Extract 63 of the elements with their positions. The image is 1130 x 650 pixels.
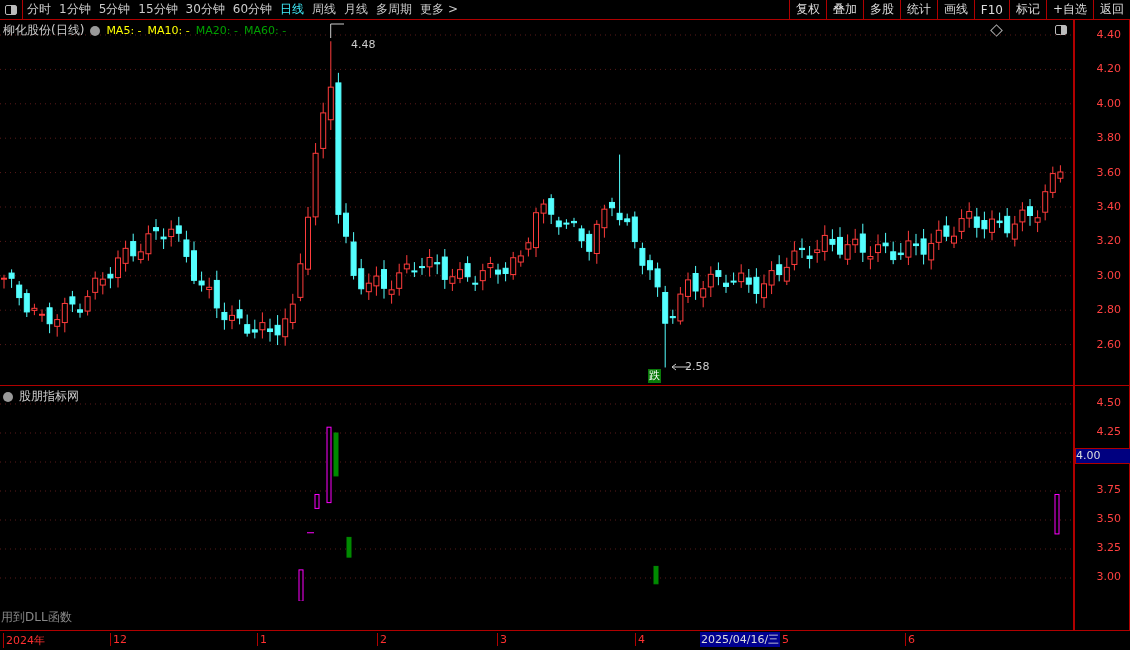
period-tab[interactable]: 月线 bbox=[340, 0, 373, 19]
toolbar-button[interactable]: F10 bbox=[973, 0, 1009, 19]
date-label: 3 bbox=[497, 633, 507, 646]
axis-label: 4.20 bbox=[1096, 62, 1121, 76]
period-tab[interactable]: 日线 bbox=[276, 0, 309, 19]
panel-toggle-icon[interactable] bbox=[1055, 24, 1067, 36]
axis-label: 3.50 bbox=[1096, 512, 1121, 525]
period-tab[interactable]: 多周期 bbox=[372, 0, 417, 19]
axis-label: 3.60 bbox=[1096, 165, 1121, 179]
period-tab[interactable]: 60分钟 bbox=[228, 0, 277, 19]
date-label: 1 bbox=[257, 633, 267, 646]
period-tab[interactable]: 15分钟 bbox=[134, 0, 182, 19]
axis-label: 2.80 bbox=[1096, 303, 1121, 317]
period-tab[interactable]: 30分钟 bbox=[181, 0, 229, 19]
axis-label: 3.00 bbox=[1096, 570, 1121, 583]
ma-label: MA10: - bbox=[147, 24, 190, 37]
toolbar-button[interactable]: 画线 bbox=[936, 0, 974, 19]
period-tab[interactable]: 分时 bbox=[23, 0, 55, 19]
cursor-date-label: 2025/04/16/三 bbox=[700, 632, 781, 647]
axis-label: 3.25 bbox=[1096, 541, 1121, 554]
period-tab[interactable]: 1分钟 bbox=[55, 0, 95, 19]
axis-label: 3.75 bbox=[1096, 483, 1121, 496]
indicator-bar bbox=[346, 536, 352, 558]
date-label: 2024年 bbox=[3, 633, 45, 648]
toolbar-button[interactable]: 复权 bbox=[788, 0, 826, 19]
date-label: 2 bbox=[377, 633, 387, 646]
period-tab[interactable]: 周线 bbox=[308, 0, 341, 19]
date-label: 6 bbox=[905, 633, 915, 646]
toolbar-button[interactable]: +自选 bbox=[1045, 0, 1093, 19]
axis-label: 4.00 bbox=[1096, 96, 1121, 110]
price-label: 4.48 bbox=[351, 38, 376, 51]
date-label: 4 bbox=[635, 633, 645, 646]
ma-label: MA60: - bbox=[243, 24, 287, 37]
date-label: 12 bbox=[110, 633, 127, 646]
axis-label: 2.60 bbox=[1096, 337, 1121, 351]
price-label: 2.58 bbox=[685, 360, 710, 373]
toolbar-button[interactable]: 多股 bbox=[862, 0, 900, 19]
ma-label: MA20: - bbox=[195, 24, 238, 37]
axis-label: 3.40 bbox=[1096, 200, 1121, 213]
indicator-bar bbox=[314, 494, 320, 509]
toolbar-button[interactable]: 标记 bbox=[1008, 0, 1046, 19]
indicator-title: 股朋指标网 bbox=[19, 388, 79, 405]
indicator-bar bbox=[653, 565, 659, 585]
chart-title: 柳化股份(日线) bbox=[3, 22, 85, 39]
indicator-tick bbox=[306, 532, 315, 534]
ma-label: MA5: - bbox=[106, 24, 142, 37]
axis-label: 4.25 bbox=[1096, 425, 1121, 438]
period-tab[interactable]: 更多 > bbox=[416, 0, 462, 19]
signal-badge: 跌 bbox=[648, 369, 661, 383]
indicator-bar bbox=[1054, 494, 1060, 535]
toolbar-button[interactable]: 叠加 bbox=[825, 0, 863, 19]
indicator-bar bbox=[298, 569, 304, 601]
current-value-label: 4.00 bbox=[1075, 448, 1130, 464]
toolbar-button[interactable]: 统计 bbox=[899, 0, 937, 19]
axis-label: 3.20 bbox=[1096, 234, 1121, 248]
axis-label: 3.80 bbox=[1096, 131, 1121, 145]
period-tab[interactable]: 5分钟 bbox=[94, 0, 135, 19]
axis-label: 4.40 bbox=[1096, 28, 1121, 41]
leader-line bbox=[330, 23, 345, 39]
axis-label: 4.50 bbox=[1096, 396, 1121, 409]
toolbar-button[interactable]: 返回 bbox=[1093, 0, 1130, 19]
axis-label: 3.00 bbox=[1096, 268, 1121, 282]
note-text: 用到DLL函数 bbox=[1, 609, 72, 626]
